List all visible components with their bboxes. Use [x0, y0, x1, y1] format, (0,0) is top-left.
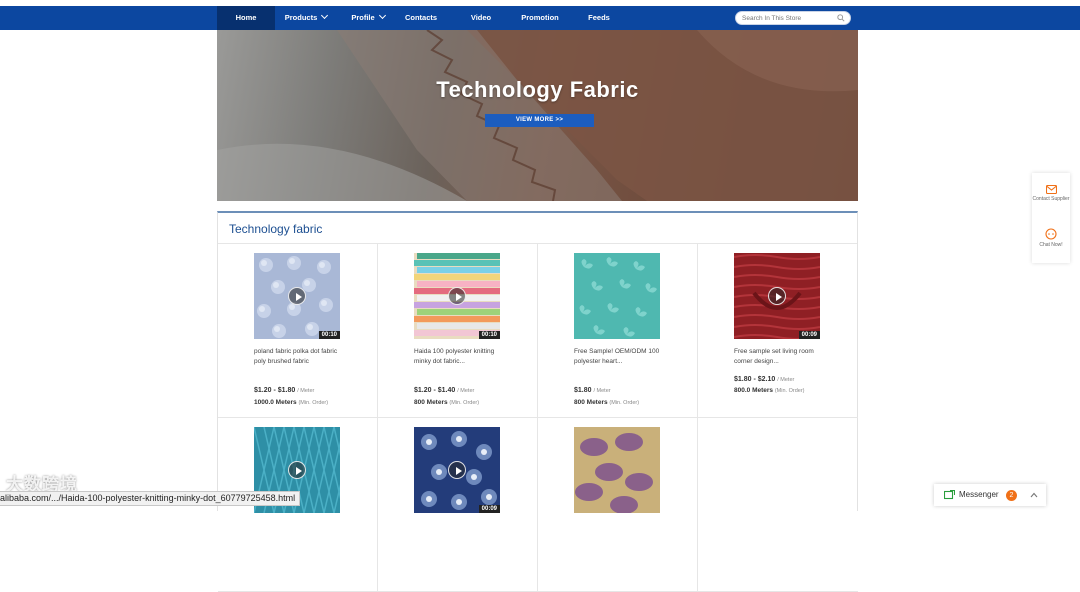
chevron-down-icon [378, 11, 386, 20]
moq-note: (Min. Order) [609, 400, 640, 406]
product-price: $1.80 / Meter [574, 387, 611, 394]
video-duration: 00:09 [478, 505, 500, 513]
contact-supplier-link[interactable]: Contact Supplier [1032, 185, 1070, 203]
product-thumbnail[interactable]: 00:10 [254, 253, 340, 339]
hero-banner[interactable]: Technology Fabric VIEW MORE >> [217, 30, 858, 201]
min-order: 1000.0 Meters (Min. Order) [254, 399, 328, 406]
price-unit: / Meter [297, 388, 315, 394]
moq-value: 800 Meters [414, 399, 448, 406]
product-section: Technology fabric 00:10 poland fabric pol… [217, 211, 858, 592]
price-unit: / Meter [777, 377, 795, 383]
play-icon[interactable] [448, 287, 466, 305]
section-title[interactable]: Technology fabric [229, 222, 322, 236]
play-icon[interactable] [288, 287, 306, 305]
min-order: 800 Meters (Min. Order) [414, 399, 479, 406]
moq-value: 800 Meters [574, 399, 608, 406]
product-title[interactable]: Haida 100 polyester knitting minky dot f… [414, 347, 506, 369]
moq-value: 800.0 Meters [734, 387, 774, 394]
contact-sidebar: Contact Supplier Chat Now! [1032, 173, 1070, 263]
chat-icon [1045, 228, 1057, 240]
store-navbar: Home Products Profile Contacts Video Pro… [0, 6, 1080, 30]
contact-supplier-label: Contact Supplier [1032, 196, 1070, 202]
hero-title: Technology Fabric [436, 77, 639, 102]
view-more-button[interactable]: VIEW MORE >> [485, 114, 594, 127]
empty-cell [698, 418, 858, 592]
moq-note: (Min. Order) [298, 400, 329, 406]
nav-profile[interactable]: Profile [337, 6, 399, 30]
product-price: $1.20 - $1.80 / Meter [254, 387, 314, 394]
play-icon[interactable] [288, 461, 306, 479]
mail-icon [1045, 185, 1057, 194]
play-icon[interactable] [448, 461, 466, 479]
price-unit: / Meter [593, 388, 611, 394]
price-value: $1.20 - $1.40 [414, 387, 456, 394]
min-order: 800.0 Meters (Min. Order) [734, 387, 804, 394]
product-card[interactable]: 00:09 [378, 418, 538, 592]
chat-now-link[interactable]: Chat Now! [1032, 228, 1070, 249]
nav-contacts[interactable]: Contacts [399, 6, 443, 30]
moq-note: (Min. Order) [449, 400, 480, 406]
product-thumbnail[interactable] [574, 253, 660, 339]
product-title[interactable]: poland fabric polka dot fabric poly brus… [254, 347, 346, 369]
video-duration: 00:09 [798, 331, 820, 339]
video-duration: 00:10 [478, 331, 500, 339]
price-value: $1.80 - $2.10 [734, 376, 776, 383]
product-title[interactable]: Free Sample! OEM/ODM 100 polyester heart… [574, 347, 666, 369]
product-title[interactable]: Free sample set living room corner desig… [734, 347, 826, 369]
chat-now-label: Chat Now! [1039, 242, 1063, 248]
moq-note: (Min. Order) [774, 388, 805, 394]
nav-feeds[interactable]: Feeds [579, 6, 619, 30]
nav-promotion[interactable]: Promotion [517, 6, 563, 30]
messenger-widget[interactable]: Messenger 2 [934, 484, 1046, 506]
messenger-icon [944, 490, 955, 500]
product-price: $1.80 - $2.10 / Meter [734, 376, 794, 383]
nav-video[interactable]: Video [461, 6, 501, 30]
chevron-up-icon[interactable] [1030, 492, 1038, 498]
status-bar-url: alibaba.com/.../Haida-100-polyester-knit… [0, 491, 301, 506]
store-search [735, 11, 851, 25]
search-icon[interactable] [837, 14, 845, 22]
moq-value: 1000.0 Meters [254, 399, 297, 406]
product-card[interactable]: 00:09 Free sample set living room corner … [698, 244, 858, 418]
chevron-down-icon [321, 11, 329, 20]
product-card[interactable]: 00:10 poland fabric polka dot fabric poly… [218, 244, 378, 418]
play-icon[interactable] [768, 287, 786, 305]
product-thumbnail[interactable]: 00:10 [414, 253, 500, 339]
unread-badge: 2 [1006, 490, 1017, 501]
messenger-label: Messenger [959, 490, 999, 499]
price-value: $1.20 - $1.80 [254, 387, 296, 394]
nav-home[interactable]: Home [217, 6, 275, 30]
product-card[interactable] [538, 418, 698, 592]
product-card[interactable]: Free Sample! OEM/ODM 100 polyester heart… [538, 244, 698, 418]
nav-products[interactable]: Products [275, 6, 337, 30]
product-card[interactable]: 00:10 Haida 100 polyester knitting minky … [378, 244, 538, 418]
min-order: 800 Meters (Min. Order) [574, 399, 639, 406]
video-duration: 00:10 [318, 331, 340, 339]
nav-inner: Home Products Profile Contacts Video Pro… [217, 6, 858, 30]
price-unit: / Meter [457, 388, 475, 394]
product-thumbnail[interactable]: 00:09 [414, 427, 500, 513]
product-price: $1.20 - $1.40 / Meter [414, 387, 474, 394]
product-thumbnail[interactable] [574, 427, 660, 513]
price-value: $1.80 [574, 387, 592, 394]
product-thumbnail[interactable]: 00:09 [734, 253, 820, 339]
search-input[interactable] [742, 13, 832, 24]
